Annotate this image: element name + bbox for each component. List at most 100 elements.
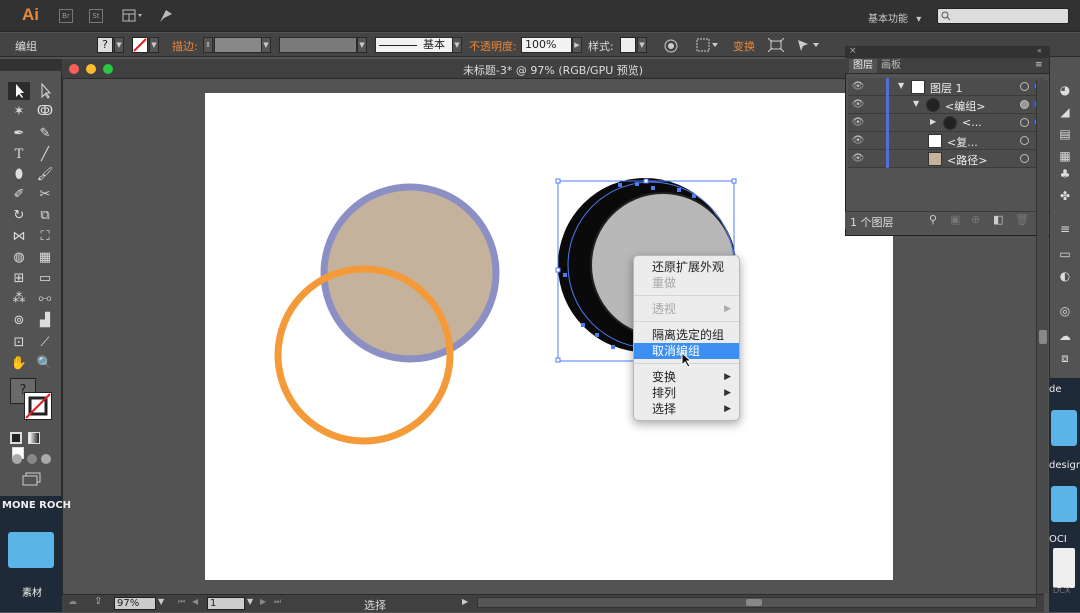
zoom-dropdown-icon[interactable]: ▼ [158,597,164,606]
target-icon[interactable] [1020,100,1029,109]
locate-object-icon[interactable]: ⚲ [929,213,937,226]
width-tool-icon[interactable]: ⋈ [8,228,30,246]
visibility-eye-icon[interactable]: 👁 [851,99,865,111]
transform-label[interactable]: 变换 [733,38,755,54]
screen-mode-icon[interactable] [22,472,42,486]
slice-tool-icon[interactable]: ⟋ [34,334,56,352]
libraries-panel-icon[interactable]: ☁ [1056,328,1074,344]
collapse-icon[interactable]: « [1037,46,1042,55]
opacity-label[interactable]: 不透明度: [469,38,517,54]
folder-icon[interactable] [1051,410,1077,446]
workspace-switcher[interactable]: 基本功能 ▾ [868,10,921,25]
opacity-field[interactable]: 100% [521,37,572,53]
swatches-panel-icon[interactable]: ▤ [1056,126,1074,142]
layer-row[interactable]: 👁 ▼ <编组> [848,96,1043,114]
stroke-dropdown[interactable]: ▼ [149,37,159,53]
cloud-sync-icon[interactable]: ☁ [68,597,77,607]
stroke-swatch[interactable] [132,37,148,53]
graphic-style-dropdown[interactable]: ▼ [637,37,647,53]
free-transform-tool-icon[interactable]: ⛶ [34,228,56,246]
gpu-performance-icon[interactable] [158,8,174,24]
artwork-canvas[interactable] [205,93,893,580]
pencil-tool-icon[interactable]: ✐ [8,186,30,204]
scissors-tool-icon[interactable]: ✂ [34,186,56,204]
folder-icon[interactable] [1051,486,1077,522]
drawing-modes-icon[interactable] [10,452,56,466]
share-icon[interactable]: ⇪ [94,596,102,607]
variable-width-profile[interactable] [279,37,357,53]
target-icon[interactable] [1020,82,1029,91]
menu-item-perspective[interactable]: 透视 ▶ [634,301,739,317]
artboard-tool-icon[interactable]: ⊡ [8,334,30,352]
menu-item-select[interactable]: 选择 ▶ [634,401,739,417]
opacity-slider-button[interactable]: ▶ [572,37,582,53]
direct-selection-tool-icon[interactable] [34,82,56,100]
expand-arrow-icon[interactable]: ▼ [898,81,904,90]
stock-button[interactable]: St [89,9,103,23]
rotate-tool-icon[interactable]: ↻ [8,207,30,225]
new-sublayer-icon[interactable]: ⊕ [971,213,980,226]
layer-row[interactable]: 👁 ▶ <... [848,114,1043,132]
ellipse-tool-icon[interactable]: ⬮ [8,166,30,184]
transparency-panel-icon[interactable]: ◐ [1056,268,1074,284]
next-artboard-icon[interactable]: ▶ [260,597,266,606]
horizontal-scrollbar[interactable] [477,597,1037,608]
color-button[interactable] [10,432,22,444]
layer-row[interactable]: 👁 <路径> [848,150,1043,168]
gradient-panel-icon[interactable]: ▭ [1056,246,1074,262]
horizontal-scroll-thumb[interactable] [746,599,762,606]
target-icon[interactable] [1020,136,1029,145]
target-icon[interactable] [1020,154,1029,163]
fill-swatch[interactable]: ? [97,37,113,53]
menu-item-undo-expand-appearance[interactable]: 还原扩展外观 [634,259,739,275]
target-icon[interactable] [1020,118,1029,127]
visibility-eye-icon[interactable]: 👁 [851,117,865,129]
recolor-artwork-icon[interactable] [664,39,678,53]
stroke-weight-field[interactable] [214,37,262,53]
eyedropper-tool-icon[interactable]: ⁂ [8,290,30,308]
appearance-panel-icon[interactable]: ◎ [1056,303,1074,319]
delete-layer-icon[interactable]: 🗑 [1015,213,1029,226]
hand-tool-icon[interactable]: ✋ [8,355,30,373]
menu-item-isolate-selected-group[interactable]: 隔离选定的组 [634,327,739,343]
links-panel-icon[interactable]: ⧈ [1056,350,1074,366]
menu-item-redo[interactable]: 重做 [634,275,739,291]
artboard-dropdown-icon[interactable]: ▼ [247,597,253,606]
curvature-tool-icon[interactable]: ✎ [34,125,56,143]
last-artboard-icon[interactable]: ⏭ [274,597,281,607]
layer-row[interactable]: 👁 <复... [848,132,1043,150]
brush-definition-dropdown[interactable]: ▼ [452,37,462,53]
tab-artboards[interactable]: 画板 [877,59,905,73]
vertical-scrollbar[interactable] [1036,80,1048,594]
line-tool-icon[interactable]: ╱ [34,146,56,164]
brush-definition-field[interactable]: 基本 [375,37,453,53]
mesh-tool-icon[interactable]: ⊞ [8,270,30,288]
bridge-button[interactable]: Br [59,9,73,23]
search-stock-input[interactable] [937,8,1069,24]
column-graph-tool-icon[interactable]: ▟ [34,312,56,330]
stroke-weight-stepper[interactable]: ⇕ [203,37,213,53]
visibility-eye-icon[interactable]: 👁 [851,135,865,147]
stroke-label[interactable]: 描边: [172,38,198,54]
stroke-weight-dropdown[interactable]: ▼ [261,37,271,53]
layers-panel-header[interactable]: × « [845,46,1050,58]
symbols-panel-icon[interactable]: ♣ [1056,166,1074,182]
pen-tool-icon[interactable]: ✒ [8,125,30,143]
document-file-icon[interactable] [1053,548,1075,588]
magic-wand-tool-icon[interactable]: ✶ [8,103,30,121]
close-icon[interactable]: × [849,46,857,56]
zoom-tool-icon[interactable]: 🔍 [34,355,56,373]
new-layer-icon[interactable]: ◧ [993,213,1003,226]
previous-artboard-icon[interactable]: ◀ [192,597,198,606]
graphic-styles-icon[interactable]: ✤ [1056,188,1074,204]
tab-layers[interactable]: 图层 [849,59,877,73]
vertical-scroll-thumb[interactable] [1039,330,1047,344]
folder-icon[interactable] [8,532,54,568]
visibility-eye-icon[interactable]: 👁 [851,153,865,165]
variable-width-dropdown[interactable]: ▼ [357,37,367,53]
selection-tool-icon[interactable] [8,82,30,100]
stroke-color-box[interactable] [24,392,52,420]
gradient-button[interactable] [27,432,40,444]
first-artboard-icon[interactable]: ⏮ [178,597,185,607]
fill-dropdown[interactable]: ▼ [114,37,124,53]
